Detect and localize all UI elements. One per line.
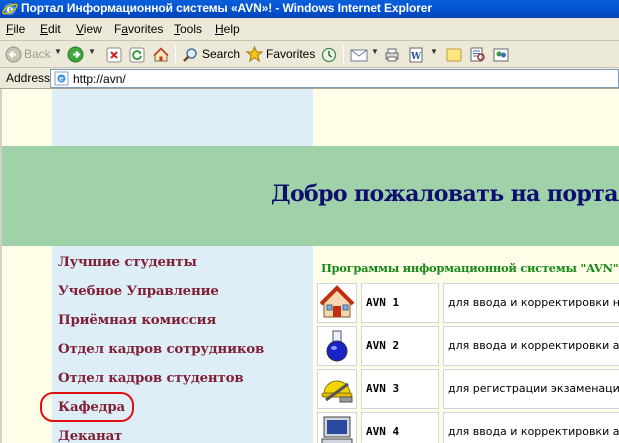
back-button-label[interactable]: Back: [24, 47, 51, 61]
favorites-star-icon[interactable]: [246, 46, 263, 63]
messenger-icon[interactable]: [493, 47, 509, 63]
hardhat-icon: [321, 380, 353, 403]
program-icon-cell[interactable]: [317, 412, 357, 443]
program-desc-cell: для ввода и корректировки а: [443, 326, 619, 366]
edit-dropdown-arrow-icon[interactable]: ▼: [430, 47, 438, 56]
svg-text:e: e: [59, 74, 64, 83]
house-icon: [319, 285, 355, 318]
computer-icon: [321, 416, 353, 443]
program-name[interactable]: AVN 2: [366, 339, 399, 352]
forward-arrow-icon[interactable]: [67, 46, 84, 63]
favorites-button-label[interactable]: Favorites: [266, 47, 315, 61]
address-bar: Address e http://avn/: [0, 68, 619, 89]
search-button-label[interactable]: Search: [202, 47, 240, 61]
menu-file[interactable]: File: [6, 22, 25, 36]
stop-icon[interactable]: [106, 47, 122, 63]
program-description: для ввода и корректировки н: [448, 296, 619, 309]
nav-link-admissions[interactable]: Приёмная комиссия: [58, 312, 216, 328]
program-desc-cell: для регистрации экзаменаци: [443, 369, 619, 409]
back-dropdown-arrow-icon[interactable]: ▼: [54, 47, 62, 56]
mail-dropdown-arrow-icon[interactable]: ▼: [371, 47, 379, 56]
toolbar-separator: [175, 46, 176, 64]
program-icon-cell[interactable]: [317, 326, 357, 366]
address-label: Address: [6, 71, 51, 85]
svg-text:W: W: [410, 52, 422, 62]
welcome-heading: Добро пожаловать на портал Ин: [271, 181, 619, 207]
toolbar-separator: [343, 46, 344, 64]
nav-link-dean-office[interactable]: Деканат: [58, 428, 122, 443]
program-name[interactable]: AVN 3: [366, 382, 399, 395]
ie-logo-icon: e: [2, 2, 18, 16]
program-name-cell[interactable]: AVN 1: [361, 283, 439, 323]
menu-favorites[interactable]: Favorites: [114, 22, 163, 36]
title-bar[interactable]: e Портал Информационной системы «AVN»! -…: [0, 0, 619, 18]
menu-bar: File Edit View Favorites Tools Help: [0, 18, 619, 41]
program-description: для ввода и корректировки а: [448, 339, 619, 352]
browser-window: e Портал Информационной системы «AVN»! -…: [0, 0, 619, 443]
header-strip-left: [52, 89, 313, 146]
program-desc-cell: для ввода и корректировки н: [443, 283, 619, 323]
page-viewport: Добро пожаловать на портал Ин Лучшие сту…: [0, 89, 619, 443]
program-name[interactable]: AVN 1: [366, 296, 399, 309]
program-description: для ввода и корректировки а: [448, 425, 619, 438]
header-strip-right: [313, 89, 619, 146]
research-icon[interactable]: [470, 47, 486, 63]
nav-link-staff-hr[interactable]: Отдел кадров сотрудников: [58, 341, 264, 357]
programs-title: Программы информационной системы "AVN": [321, 261, 619, 275]
page-icon: e: [54, 71, 69, 86]
menu-tools[interactable]: Tools: [174, 22, 202, 36]
mail-icon[interactable]: [350, 47, 368, 63]
print-icon[interactable]: [384, 47, 400, 63]
back-arrow-icon[interactable]: [5, 46, 22, 63]
program-desc-cell: для ввода и корректировки а: [443, 412, 619, 443]
menu-view[interactable]: View: [76, 22, 102, 36]
flask-icon: [326, 330, 348, 362]
page-left-margin: [2, 89, 52, 443]
menu-edit[interactable]: Edit: [40, 22, 61, 36]
history-icon[interactable]: [321, 47, 337, 63]
programs-panel: Программы информационной системы "AVN" A…: [313, 246, 619, 443]
home-icon[interactable]: [153, 47, 169, 63]
search-icon[interactable]: [182, 47, 198, 63]
menu-help[interactable]: Help: [215, 22, 240, 36]
program-name[interactable]: AVN 4: [366, 425, 399, 438]
program-name-cell[interactable]: AVN 4: [361, 412, 439, 443]
highlight-annotation-ring: [40, 392, 134, 422]
program-description: для регистрации экзаменаци: [448, 382, 619, 395]
window-title: Портал Информационной системы «AVN»! - W…: [21, 1, 432, 15]
nav-link-best-students[interactable]: Лучшие студенты: [58, 254, 197, 270]
discuss-note-icon[interactable]: [446, 47, 462, 63]
welcome-banner: Добро пожаловать на портал Ин: [2, 146, 619, 246]
refresh-icon[interactable]: [129, 47, 145, 63]
program-name-cell[interactable]: AVN 2: [361, 326, 439, 366]
forward-dropdown-arrow-icon[interactable]: ▼: [88, 47, 96, 56]
nav-link-student-hr[interactable]: Отдел кадров студентов: [58, 370, 244, 386]
program-name-cell[interactable]: AVN 3: [361, 369, 439, 409]
program-icon-cell[interactable]: [317, 369, 357, 409]
address-value[interactable]: http://avn/: [73, 72, 126, 86]
edit-word-icon[interactable]: W: [408, 47, 424, 63]
nav-link-academic-office[interactable]: Учебное Управление: [58, 283, 219, 299]
address-input[interactable]: e http://avn/: [50, 69, 619, 88]
toolbar: Back ▼ ▼ Search Favorites ▼ W ▼: [0, 41, 619, 68]
program-icon-cell[interactable]: [317, 283, 357, 323]
